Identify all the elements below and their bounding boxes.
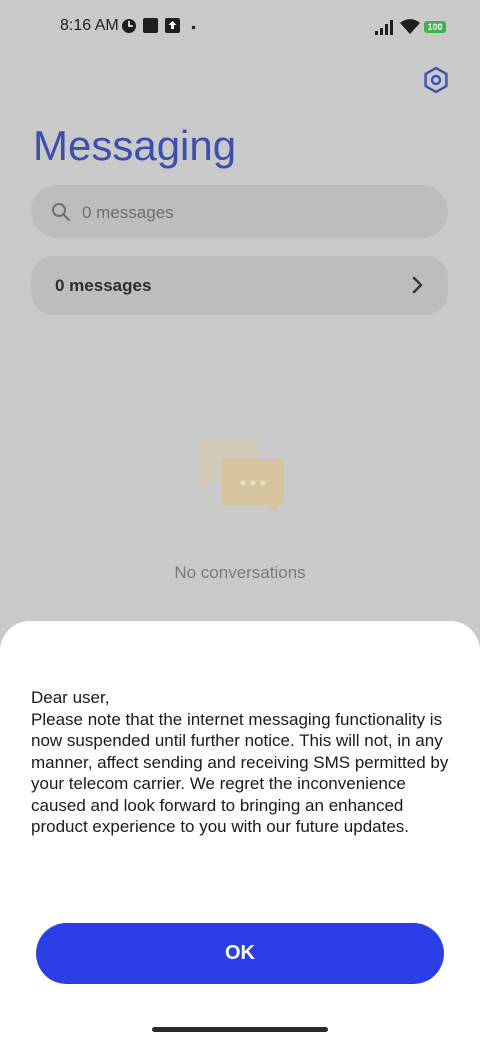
messages-folder-row[interactable]: 0 messages xyxy=(31,256,448,315)
search-icon xyxy=(52,203,71,222)
messaging-screen: 8:16 AM 100 Messaging 0 messages 0 messa… xyxy=(0,0,480,1040)
status-bar: 8:16 AM 100 xyxy=(0,0,480,56)
square-app-icon xyxy=(143,18,158,33)
dot-icon xyxy=(191,25,196,30)
notice-greeting: Dear user, xyxy=(31,688,110,707)
ok-button[interactable]: OK xyxy=(36,923,444,984)
notice-body: Please note that the internet messaging … xyxy=(31,709,449,837)
page-title: Messaging xyxy=(33,122,237,169)
chat-bubbles-icon xyxy=(200,439,284,514)
status-time: 8:16 AM xyxy=(60,17,119,34)
search-placeholder: 0 messages xyxy=(82,203,174,222)
clock-app-icon xyxy=(122,19,136,33)
wifi-icon xyxy=(400,19,420,34)
empty-state-text: No conversations xyxy=(174,563,306,582)
home-indicator[interactable] xyxy=(152,1027,328,1032)
notice-dialog: Dear user, Please note that the internet… xyxy=(0,621,480,1040)
notice-text: Dear user, Please note that the internet… xyxy=(31,687,461,838)
messages-row-label: 0 messages xyxy=(55,276,152,295)
chevron-right-icon xyxy=(412,276,423,294)
search-input[interactable]: 0 messages xyxy=(31,185,448,238)
upload-app-icon xyxy=(165,18,180,33)
battery-icon: 100 xyxy=(424,21,446,33)
settings-hex-icon[interactable] xyxy=(421,65,451,95)
signal-icon xyxy=(375,20,393,35)
